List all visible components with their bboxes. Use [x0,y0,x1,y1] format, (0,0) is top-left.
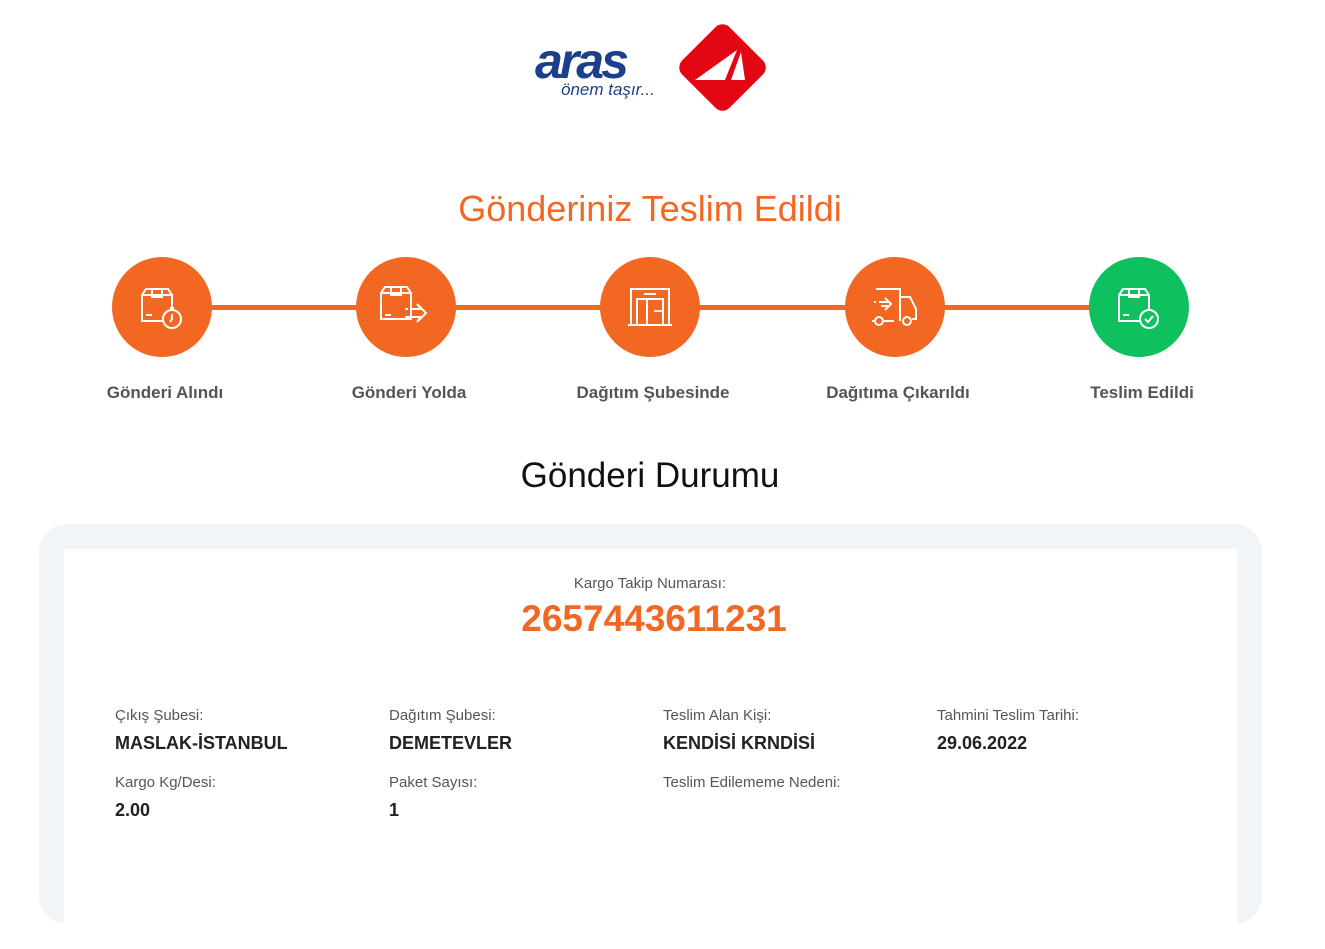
section-title: Gönderi Durumu [520,456,780,495]
logo-diamond-icon [679,24,766,111]
step-delivered [1089,257,1189,357]
package-count-value: 1 [389,800,400,820]
recipient-label: Teslim Alan Kişi: [663,707,772,724]
estimated-date-label: Tahmini Teslim Tarihi: [937,707,1079,724]
step-out-for-delivery [845,257,945,357]
tracking-number: 2657443611231 [521,598,787,639]
recipient-value: KENDİSİ KRNDİSİ [663,733,816,753]
origin-branch-value: MASLAK-İSTANBUL [115,733,288,753]
package-check-icon [1118,288,1159,329]
weight-label: Kargo Kg/Desi: [115,774,216,791]
step-label: Teslim Edildi [1090,383,1194,402]
package-arrow-icon [380,286,428,323]
estimated-date-value: 29.06.2022 [937,733,1028,753]
package-count-label: Paket Sayısı: [389,774,478,791]
step-label: Dağıtıma Çıkarıldı [826,383,970,402]
step-label: Gönderi Yolda [351,383,467,402]
weight-value: 2.00 [115,800,151,820]
delivery-branch-value: DEMETEVLER [389,733,513,753]
origin-branch-label: Çıkış Şubesi: [115,707,204,724]
warehouse-icon [628,288,672,326]
logo-tagline: önem taşır... [561,80,655,99]
step-received [112,257,212,357]
failure-reason-label: Teslim Edilememe Nedeni: [663,774,841,791]
package-clock-icon [141,288,182,329]
step-label: Dağıtım Şubesinde [576,383,730,402]
delivery-truck-icon [872,288,917,326]
step-in-transit [356,257,456,357]
step-label: Gönderi Alındı [106,383,224,402]
aras-logo[interactable]: aras önem taşır... [535,12,770,124]
tracking-label: Kargo Takip Numarası: [573,575,727,592]
step-at-branch [600,257,700,357]
delivery-branch-label: Dağıtım Şubesi: [389,707,496,724]
delivery-status-title: Gönderiniz Teslim Edildi [458,188,842,229]
